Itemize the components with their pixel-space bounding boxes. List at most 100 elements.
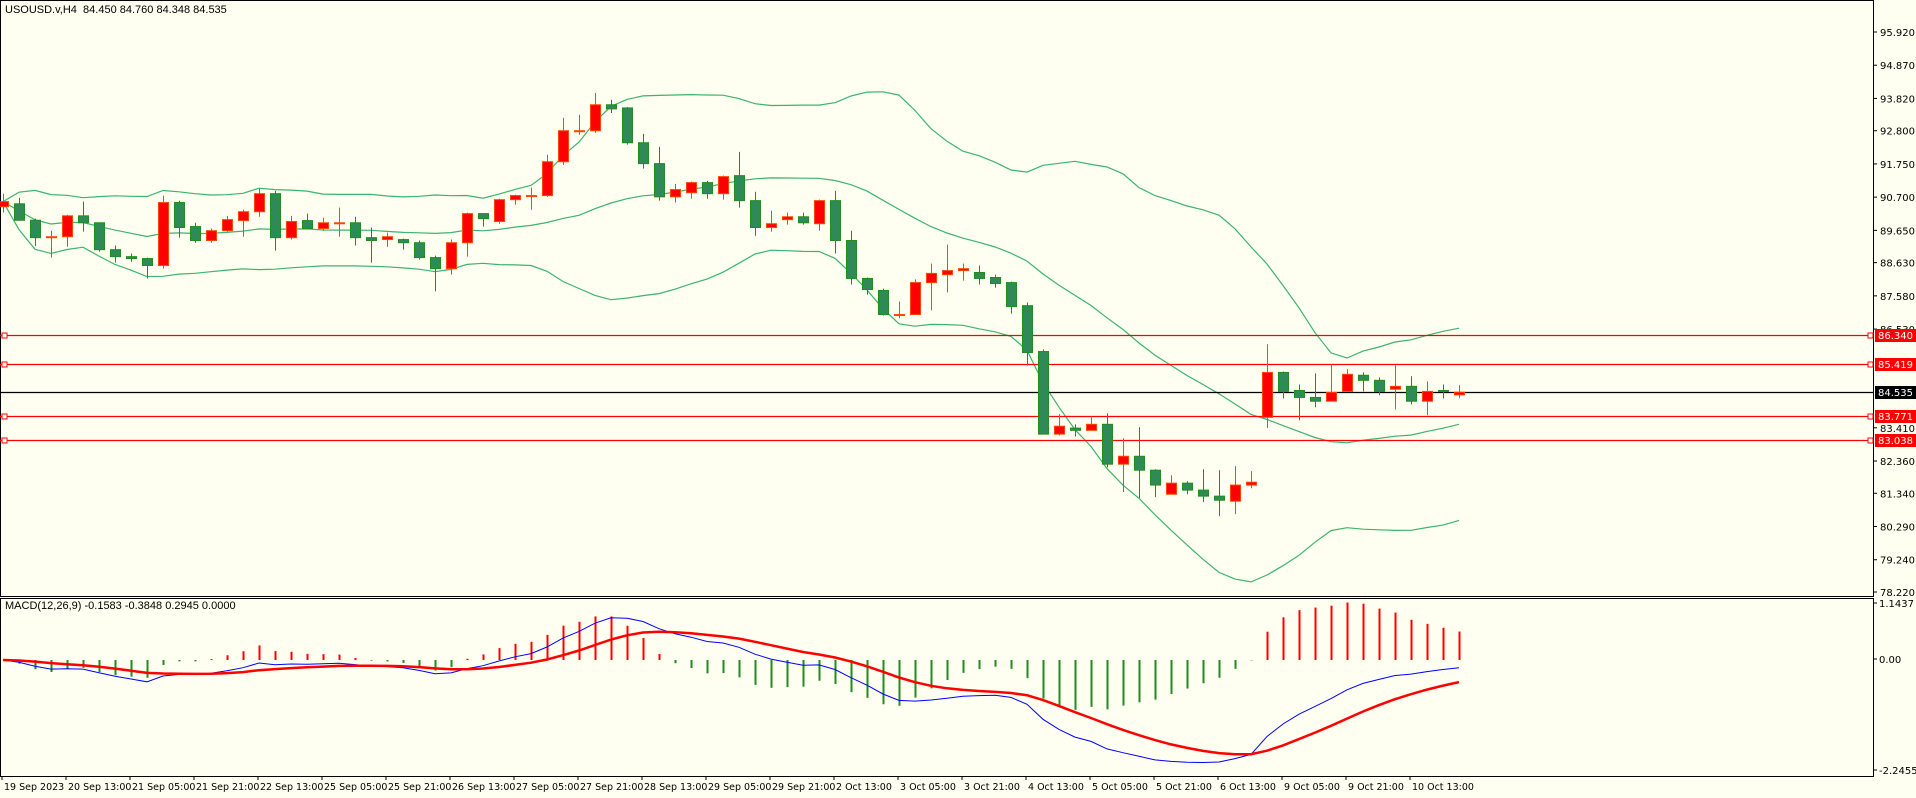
bear-candle [270,193,281,239]
price-tag-label: 83.038 [1878,436,1913,447]
bull-candle [334,222,345,225]
bear-candle [174,202,185,229]
bull-candle [942,270,953,276]
bull-candle [1422,390,1433,402]
level-handle-right [1867,437,1874,444]
bear-candle [1102,423,1113,465]
price-tag-label: 83.771 [1878,412,1913,423]
time-axis-label: 29 Sep 05:00 [708,782,771,793]
macd-signal-line [2,630,1460,756]
bear-candle [366,237,377,241]
bear-candle [702,182,713,195]
bear-candle [862,277,873,291]
bear-candle [430,257,441,270]
level-handle-left [1,332,8,339]
bear-candle [974,271,985,279]
bull-candle [238,211,249,222]
price-axis-label: 82.360 [1880,457,1915,468]
macd-label: MACD(12,26,9) [5,600,82,612]
bear-candle [990,277,1001,285]
price-panel-border [0,0,1874,597]
time-axis-label: 19 Sep 2023 [4,782,64,793]
bear-candle [1374,379,1385,392]
bull-candle [1342,373,1353,392]
bear-candle [94,222,105,251]
bear-candle [1006,282,1017,308]
bull-candle [382,236,393,241]
time-axis-label: 27 Sep 05:00 [516,782,579,793]
bear-candle [398,239,409,244]
bull-candle [286,221,297,239]
bull-candle [958,268,969,272]
bear-candle [142,258,153,266]
candles [0,93,1465,517]
time-axis-label: 20 Sep 13:00 [68,782,131,793]
time-axis-label: 28 Sep 13:00 [644,782,707,793]
bollinger-upper-line [2,91,1460,359]
bear-candle [798,216,809,224]
bull-candle [1326,391,1337,402]
bear-candle [78,215,89,224]
bull-candle [894,314,905,317]
time-axis-label: 3 Oct 21:00 [964,782,1020,793]
level-handle-right [1867,413,1874,420]
bull-candle [1390,385,1401,390]
macd-axis-label: 1.1437 [1879,599,1914,610]
bear-candle [350,222,361,239]
price-axis-label: 92.800 [1880,127,1915,138]
bull-candle [222,219,233,232]
time-axis-label: 27 Sep 21:00 [580,782,643,793]
bear-candle [1310,396,1321,402]
bear-candle [1070,427,1081,431]
macd-axis-label: 0.00 [1879,655,1901,666]
bull-candle [558,130,569,163]
bear-candle [1182,482,1193,491]
time-axis-label: 21 Sep 21:00 [196,782,259,793]
level-handle-left [1,437,8,444]
time-axis-label: 26 Sep 13:00 [452,782,515,793]
price-axis-label: 87.580 [1880,292,1915,303]
price-axis: 1.1437 0.00 -2.2455 95.920 94.870 93.820 92.80… [1873,28,1916,777]
bull-candle [782,216,793,221]
bear-candle [1358,374,1369,381]
price-axis-label: 94.870 [1880,61,1915,72]
bull-candle [62,215,73,238]
price-chart[interactable]: 1.1437 0.00 -2.2455 95.920 94.870 93.820 92.80… [0,0,1916,798]
level-handle-right [1867,361,1874,368]
time-axis-label: 6 Oct 13:00 [1220,782,1276,793]
bull-candle [158,202,169,266]
time-axis-label: 9 Oct 05:00 [1284,782,1340,793]
bear-candle [830,200,841,241]
bull-candle [0,201,9,208]
ohlc-readout: 84.450 84.760 84.348 84.535 [83,4,227,16]
bull-candle [526,195,537,198]
bull-candle [446,242,457,270]
bull-candle [206,230,217,241]
bull-candle [254,193,265,213]
bear-candle [1438,389,1449,392]
level-handle-right [1867,332,1874,339]
bull-candle [318,222,329,229]
symbol-timeframe: USOUSD.v,H4 [5,4,77,16]
time-axis-label: 29 Sep 21:00 [772,782,835,793]
bear-candle [1406,385,1417,402]
level-handle-left [1,413,8,420]
bull-candle [1166,482,1177,495]
bull-candle [1118,455,1129,465]
price-axis-label: 78.220 [1880,588,1915,599]
bollinger-lower-line [2,201,1460,583]
bear-candle [1294,389,1305,398]
time-axis-label: 3 Oct 05:00 [900,782,956,793]
price-tag-label: 85.419 [1878,360,1913,371]
horizontal-levels[interactable] [0,332,1874,444]
time-axis-label: 21 Sep 05:00 [132,782,195,793]
bear-candle [1278,371,1289,392]
bear-candle [190,226,201,241]
bear-candle [1150,469,1161,486]
bull-candle [686,182,697,194]
bear-candle [1038,351,1049,435]
price-axis-label: 91.750 [1880,160,1915,171]
bear-candle [1198,489,1209,497]
bear-candle [414,242,425,259]
bull-candle [574,130,585,133]
